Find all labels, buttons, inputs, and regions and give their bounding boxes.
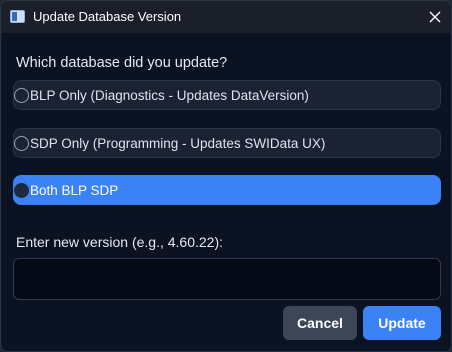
cancel-button[interactable]: Cancel xyxy=(283,306,357,340)
option-sdp-only[interactable]: SDP Only (Programming - Updates SWIData … xyxy=(13,128,441,158)
option-blp-only[interactable]: BLP Only (Diagnostics - Updates DataVers… xyxy=(13,80,441,110)
dialog-body: Which database did you update? BLP Only … xyxy=(2,33,451,351)
window-title: Update Database Version xyxy=(33,9,182,24)
update-database-version-window: Update Database Version Which database d… xyxy=(0,0,452,352)
app-window-icon xyxy=(10,10,25,23)
version-label: Enter new version (e.g., 4.60.22): xyxy=(16,234,223,250)
close-button[interactable] xyxy=(419,3,451,31)
radio-button[interactable] xyxy=(14,183,29,198)
option-label: Both BLP SDP xyxy=(30,183,119,198)
option-both[interactable]: Both BLP SDP xyxy=(13,175,441,205)
radio-button[interactable] xyxy=(14,88,29,103)
update-button[interactable]: Update xyxy=(363,306,441,340)
option-label: SDP Only (Programming - Updates SWIData … xyxy=(30,136,326,151)
option-label: BLP Only (Diagnostics - Updates DataVers… xyxy=(30,88,309,103)
version-input[interactable] xyxy=(13,258,441,300)
title-bar: Update Database Version xyxy=(1,1,451,33)
radio-button[interactable] xyxy=(14,136,29,151)
question-label: Which database did you update? xyxy=(16,55,228,71)
close-icon xyxy=(429,11,441,23)
